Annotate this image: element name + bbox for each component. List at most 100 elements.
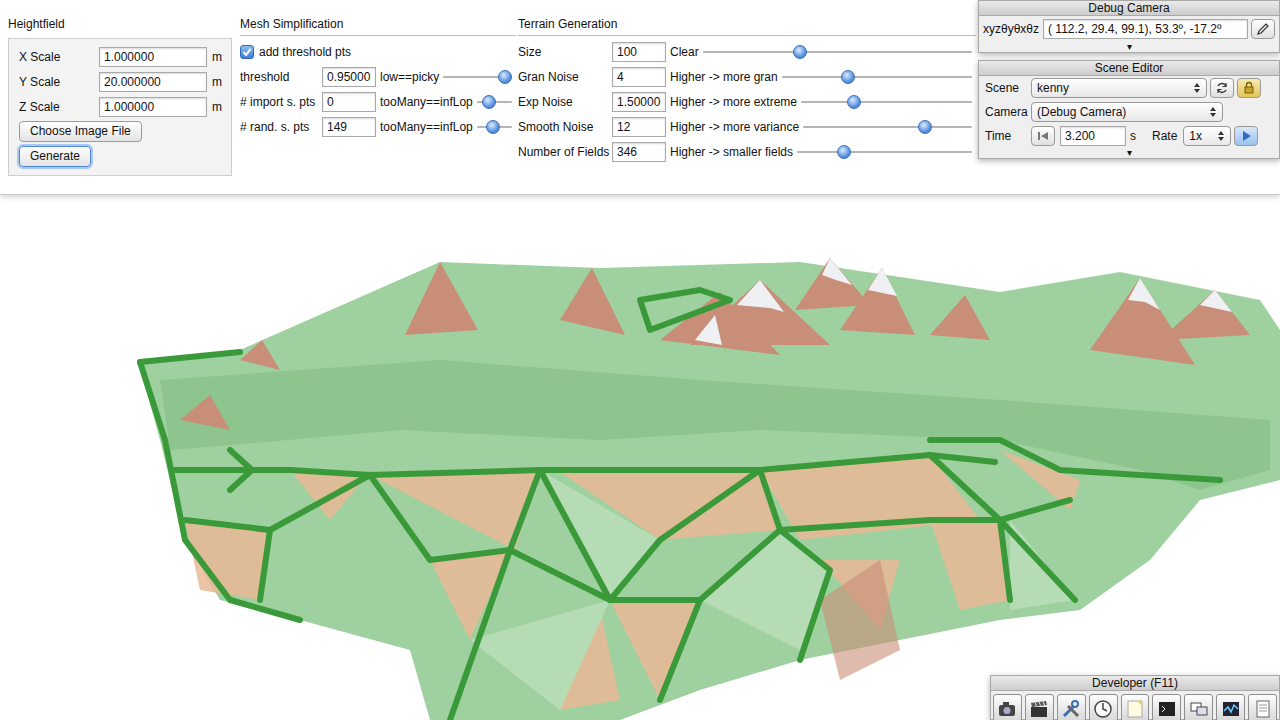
- slider-hint: Clear: [670, 45, 699, 59]
- terminal-icon: [1156, 698, 1178, 720]
- terrain-slider-row: Exp Noise1.50000Higher -> more extreme: [518, 89, 976, 114]
- camera-copy-button[interactable]: [1251, 19, 1275, 39]
- camera-dropdown[interactable]: (Debug Camera): [1031, 102, 1223, 122]
- value-input[interactable]: 100: [612, 42, 666, 62]
- field-label: threshold: [240, 70, 322, 84]
- field-label: Smooth Noise: [518, 120, 612, 134]
- developer-tool-button[interactable]: [993, 694, 1022, 720]
- checkbox-row[interactable]: add threshold pts: [240, 39, 516, 64]
- scale-input[interactable]: 1.000000: [99, 47, 207, 67]
- slider-hint: tooMany==infLop: [380, 95, 473, 109]
- play-button[interactable]: [1234, 126, 1258, 146]
- scene-dropdown[interactable]: kenny: [1031, 78, 1207, 98]
- developer-tool-button[interactable]: [1248, 694, 1277, 720]
- developer-tool-button[interactable]: [1216, 694, 1245, 720]
- scale-input[interactable]: 20.000000: [99, 72, 207, 92]
- terrain-render: [0, 195, 1280, 720]
- unit-label: m: [212, 100, 222, 114]
- action-button[interactable]: Choose Image File: [19, 121, 142, 142]
- developer-tool-button[interactable]: [1025, 694, 1054, 720]
- rate-dropdown[interactable]: 1x: [1183, 126, 1231, 146]
- terrain-slider-row: Number of Fields346 Higher -> smaller fie…: [518, 139, 976, 164]
- slider-fill: [443, 70, 505, 84]
- section-title: Heightfield: [8, 16, 232, 36]
- value-input[interactable]: 0.95000: [322, 67, 376, 87]
- slider-hint: Higher -> more variance: [670, 120, 799, 134]
- slider-track[interactable]: [797, 145, 972, 159]
- terrain-viewport[interactable]: [0, 195, 1280, 720]
- slider-track[interactable]: [477, 120, 512, 134]
- slider-fill: [801, 95, 854, 109]
- expander[interactable]: ▾: [979, 148, 1279, 158]
- camera-row: Camera(Debug Camera): [979, 100, 1279, 124]
- clapper-icon: [1028, 698, 1050, 720]
- slider-fill: [797, 145, 844, 159]
- value-input[interactable]: 346: [612, 142, 666, 162]
- slider-track[interactable]: [782, 70, 972, 84]
- field-label: Size: [518, 45, 612, 59]
- checkbox[interactable]: [240, 45, 254, 59]
- rewind-icon: [1036, 129, 1050, 143]
- slider-track[interactable]: [801, 95, 972, 109]
- developer-window: Developer (F11): [990, 675, 1280, 720]
- camera-icon: [996, 698, 1018, 720]
- slider-knob[interactable]: [482, 95, 496, 109]
- developer-tool-button[interactable]: [1121, 694, 1150, 720]
- slider-knob[interactable]: [837, 145, 851, 159]
- camera-input[interactable]: ( 112.2, 29.4, 99.1), 53.3º, -17.2º: [1043, 19, 1248, 39]
- slider-fill: [477, 120, 493, 134]
- button-row: Generate: [19, 144, 223, 169]
- value-input[interactable]: 0: [322, 92, 376, 112]
- slider-track[interactable]: [443, 70, 512, 84]
- unit-label: m: [212, 75, 222, 89]
- slider-track[interactable]: [703, 45, 972, 59]
- value-input[interactable]: 1.50000: [612, 92, 666, 112]
- mesh-slider-row: # import s. pts0tooMany==infLop: [240, 89, 516, 114]
- pen-icon: [1256, 22, 1270, 36]
- slider-fill: [803, 120, 925, 134]
- developer-tool-button[interactable]: [1057, 694, 1086, 720]
- slider-knob[interactable]: [841, 70, 855, 84]
- developer-tool-button[interactable]: [1089, 694, 1118, 720]
- checkbox-label: add threshold pts: [259, 45, 351, 59]
- field-label: Time: [985, 129, 1031, 143]
- scale-input[interactable]: 1.000000: [99, 97, 207, 117]
- slider-knob[interactable]: [793, 45, 807, 59]
- field-label: Number of Fields: [518, 145, 612, 159]
- action-button[interactable]: Generate: [19, 146, 91, 167]
- heightfield-section: HeightfieldX Scale1.000000mY Scale20.000…: [8, 16, 236, 194]
- window-title: Scene Editor: [979, 61, 1279, 76]
- slider-knob[interactable]: [498, 70, 512, 84]
- slider-hint: Higher -> smaller fields: [670, 145, 793, 159]
- mesh-simplification-section: Mesh Simplificationadd threshold ptsthre…: [236, 16, 516, 194]
- window-title: Developer (F11): [991, 676, 1279, 691]
- slider-track[interactable]: [803, 120, 972, 134]
- time-row: Time3.200sRate1x: [979, 124, 1279, 148]
- slider-fill: [703, 45, 800, 59]
- debug-camera-window: Debug Cameraxyzθyθxθz( 112.2, 29.4, 99.1…: [978, 0, 1280, 53]
- mesh-slider-row: threshold0.95000low==picky: [240, 64, 516, 89]
- developer-tool-button[interactable]: [1152, 694, 1181, 720]
- slider-knob[interactable]: [486, 120, 500, 134]
- terrain-slider-row: Smooth Noise12 Higher -> more variance: [518, 114, 976, 139]
- value-input[interactable]: 12: [612, 117, 666, 137]
- reload-button[interactable]: [1210, 78, 1234, 98]
- expander[interactable]: ▾: [979, 42, 1279, 52]
- value-input[interactable]: 4: [612, 67, 666, 87]
- time-input[interactable]: 3.200: [1060, 126, 1126, 146]
- slider-knob[interactable]: [847, 95, 861, 109]
- field-label: Scene: [985, 81, 1031, 95]
- play-icon: [1239, 129, 1253, 143]
- value-input[interactable]: 149: [322, 117, 376, 137]
- lock-button[interactable]: [1237, 78, 1261, 98]
- field-label: # rand. s. pts: [240, 120, 322, 134]
- camera-row: xyzθyθxθz( 112.2, 29.4, 99.1), 53.3º, -1…: [979, 16, 1279, 42]
- developer-tool-button[interactable]: [1184, 694, 1213, 720]
- heightfield-box: X Scale1.000000mY Scale20.000000mZ Scale…: [8, 38, 232, 176]
- slider-knob[interactable]: [918, 120, 932, 134]
- unit-label: m: [212, 50, 222, 64]
- clock-icon: [1092, 698, 1114, 720]
- slider-track[interactable]: [477, 95, 512, 109]
- reset-time-button[interactable]: [1031, 126, 1055, 146]
- time-unit: s: [1130, 129, 1136, 143]
